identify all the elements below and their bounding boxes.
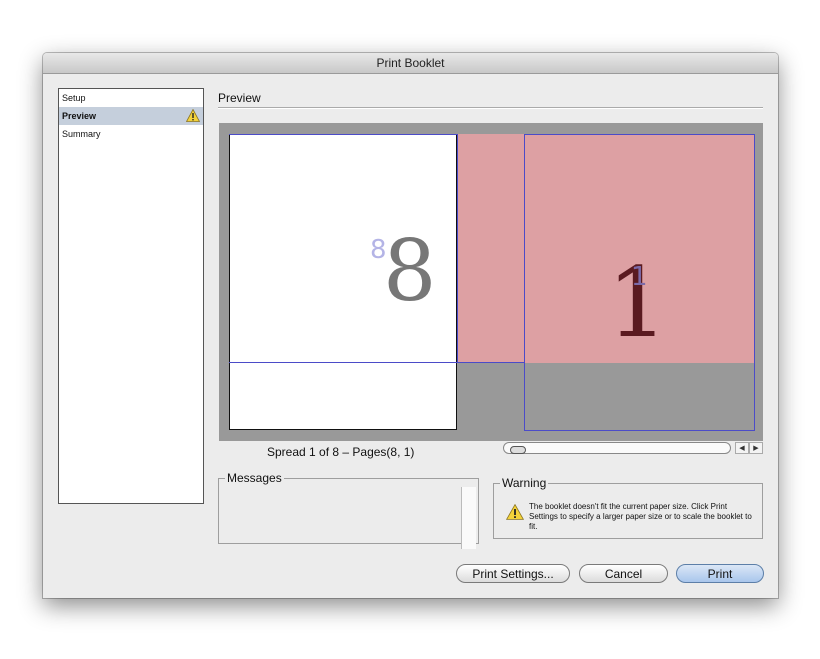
section-divider [218, 107, 763, 109]
guide-line [457, 134, 458, 363]
warning-legend: Warning [502, 476, 547, 490]
warning-message: The booklet doesn't fit the current pape… [529, 502, 752, 531]
scroll-track[interactable] [503, 442, 731, 454]
spread-label: Spread 1 of 8 – Pages(8, 1) [267, 445, 415, 459]
spread-scrollbar[interactable]: ◀ ▶ [503, 441, 765, 455]
warning-group: Warning The booklet doesn't fit the curr… [493, 476, 763, 539]
sidebar-item-preview[interactable]: Preview [59, 107, 203, 125]
warning-icon [506, 504, 524, 520]
cancel-button[interactable]: Cancel [579, 564, 668, 583]
print-settings-button[interactable]: Print Settings... [456, 564, 570, 583]
window-title: Print Booklet [43, 53, 778, 74]
print-button[interactable]: Print [676, 564, 764, 583]
left-page-number: 8 [383, 222, 437, 320]
warning-icon [186, 109, 200, 122]
right-page-overflow: 1 1 [457, 134, 754, 363]
right-page-small-number: 1 [631, 262, 648, 292]
guide-line [524, 134, 525, 430]
messages-scrollbar[interactable] [461, 487, 476, 549]
guide-line [754, 134, 755, 431]
scroll-right-button[interactable]: ▶ [749, 442, 763, 454]
guide-line [229, 134, 458, 135]
sidebar-item-summary[interactable]: Summary [59, 125, 203, 143]
guide-line [524, 134, 754, 135]
messages-group: Messages [218, 471, 479, 549]
scroll-left-button[interactable]: ◀ [735, 442, 749, 454]
sidebar-item-label: Setup [62, 93, 86, 103]
sidebar-item-label: Summary [62, 129, 101, 139]
left-page: 8 8 [229, 134, 457, 430]
sidebar-list: Setup Preview Summary [58, 88, 204, 504]
section-title: Preview [218, 91, 261, 105]
sidebar-item-label: Preview [62, 111, 97, 121]
sidebar-item-setup[interactable]: Setup [59, 89, 203, 107]
print-booklet-dialog: Print Booklet Setup Preview Summary Prev… [43, 53, 778, 598]
guide-line [229, 362, 525, 363]
messages-legend: Messages [227, 471, 282, 485]
scroll-thumb[interactable] [510, 446, 526, 454]
guide-line [524, 430, 755, 431]
booklet-preview: 8 8 1 1 [219, 123, 763, 441]
